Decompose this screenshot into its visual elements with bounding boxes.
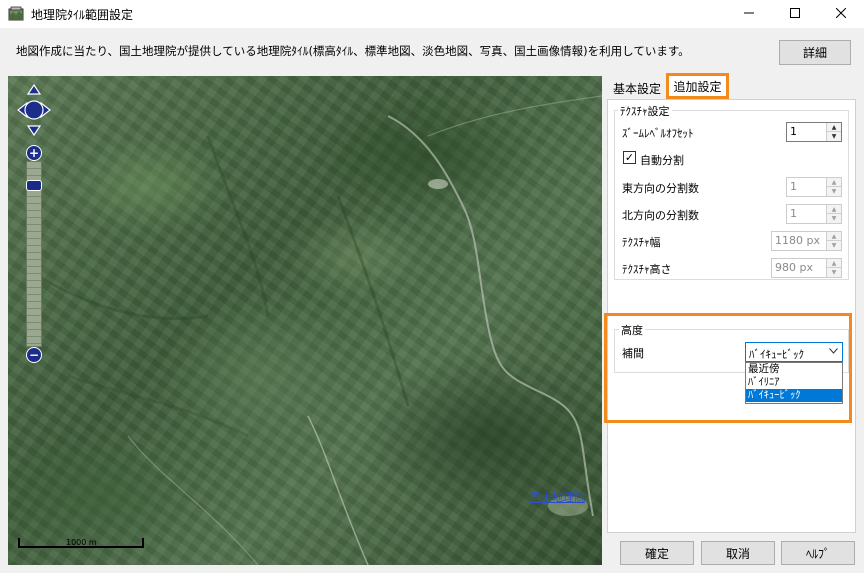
map-attribution-link[interactable]: 国土地理院 [530, 489, 585, 505]
zoom-offset-value: 1 [790, 125, 797, 138]
description-text: 地図作成に当たり、国土地理院が提供している地理院ﾀｲﾙ(標高ﾀｲﾙ、標準地図、淡… [16, 44, 690, 58]
tab-additional-settings[interactable]: 追加設定 [666, 73, 729, 99]
checkmark-icon: ✓ [624, 151, 635, 164]
texture-width-value: 1180 px [775, 234, 820, 247]
plus-icon: + [28, 146, 40, 160]
scale-label: 1000 m [66, 538, 97, 547]
minimize-icon [744, 7, 754, 21]
highlight-box [604, 313, 852, 423]
zoom-in-button[interactable]: + [26, 145, 42, 161]
spin-up-icon[interactable]: ▲ [827, 123, 841, 132]
close-button[interactable] [818, 0, 864, 28]
east-split-value: 1 [790, 180, 797, 193]
cancel-button[interactable]: 取消 [701, 541, 775, 565]
minimize-button[interactable] [726, 0, 772, 28]
zoom-offset-label: ｽﾞｰﾑﾚﾍﾞﾙｵﾌｾｯﾄ [622, 127, 694, 140]
spin-up-icon[interactable]: ▲ [827, 178, 841, 187]
maximize-icon [790, 7, 800, 21]
texture-width-stepper[interactable]: 1180 px ▲ ▼ [771, 231, 842, 251]
texture-height-label: ﾃｸｽﾁｬ高さ [622, 263, 672, 276]
east-split-stepper[interactable]: 1 ▲ ▼ [786, 177, 842, 197]
texture-height-stepper[interactable]: 980 px ▲ ▼ [771, 258, 842, 278]
app-icon [8, 6, 24, 22]
north-split-label: 北方向の分割数 [622, 209, 699, 222]
spin-down-icon[interactable]: ▼ [827, 214, 841, 223]
close-icon [835, 7, 847, 21]
title-bar: 地理院ﾀｲﾙ範囲設定 [0, 0, 864, 28]
zoom-out-button[interactable]: − [26, 347, 42, 363]
pan-control[interactable] [17, 83, 51, 137]
maximize-button[interactable] [772, 0, 818, 28]
spin-down-icon[interactable]: ▼ [827, 187, 841, 196]
window-title: 地理院ﾀｲﾙ範囲設定 [31, 8, 134, 22]
terrain-imagery [37, 95, 602, 565]
spin-down-icon[interactable]: ▼ [827, 132, 841, 141]
zoom-offset-stepper[interactable]: 1 ▲ ▼ [786, 122, 842, 142]
auto-split-label: 自動分割 [640, 154, 684, 167]
spin-up-icon[interactable]: ▲ [827, 259, 841, 268]
east-split-label: 東方向の分割数 [622, 182, 699, 195]
spin-up-icon[interactable]: ▲ [827, 205, 841, 214]
auto-split-checkbox[interactable]: ✓ [623, 151, 636, 164]
zoom-slider-thumb[interactable] [26, 180, 42, 191]
texture-height-value: 980 px [775, 261, 813, 274]
tab-basic-settings[interactable]: 基本設定 [609, 77, 665, 99]
spin-down-icon[interactable]: ▼ [827, 241, 841, 250]
texture-width-label: ﾃｸｽﾁｬ幅 [622, 236, 661, 249]
spin-up-icon[interactable]: ▲ [827, 232, 841, 241]
texture-group-title: ﾃｸｽﾁｬ設定 [618, 103, 672, 119]
help-button[interactable]: ﾍﾙﾌﾟ [781, 541, 855, 565]
detail-button[interactable]: 詳細 [779, 40, 851, 65]
north-split-stepper[interactable]: 1 ▲ ▼ [786, 204, 842, 224]
minus-icon: − [28, 348, 40, 362]
map-view[interactable]: + − 国土地理院 1000 m [8, 76, 602, 565]
north-split-value: 1 [790, 207, 797, 220]
ok-button[interactable]: 確定 [620, 541, 694, 565]
spin-down-icon[interactable]: ▼ [827, 268, 841, 277]
